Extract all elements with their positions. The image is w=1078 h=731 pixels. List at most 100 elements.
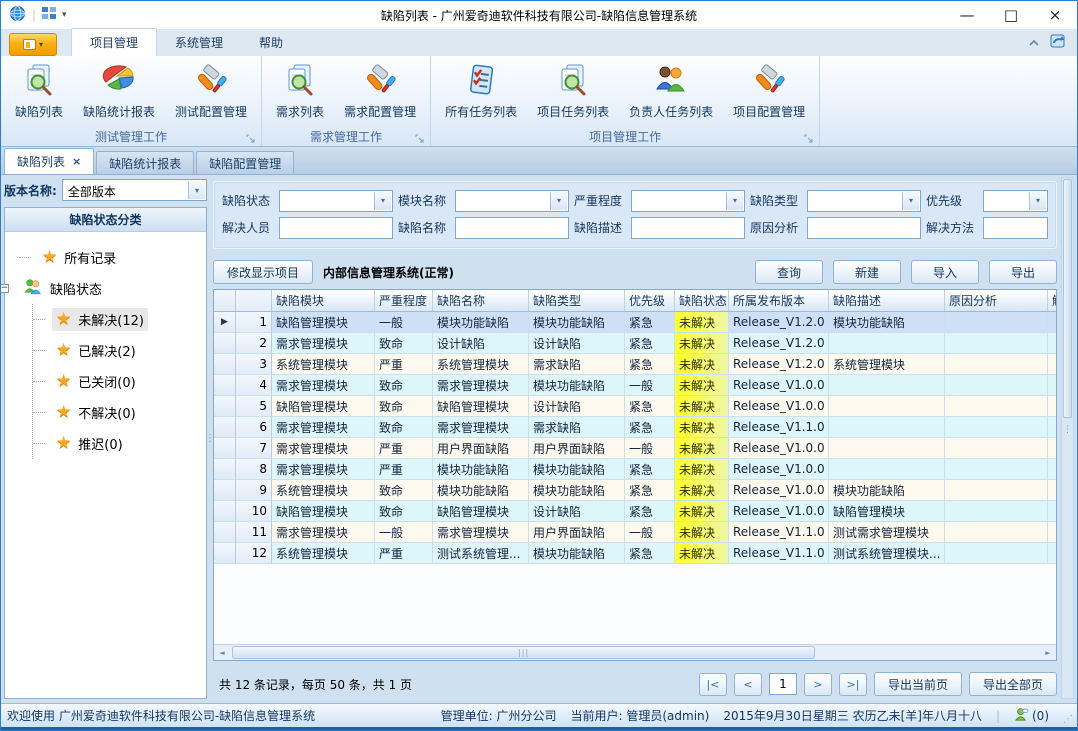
first-page-button[interactable]: |< [699, 673, 727, 696]
chevron-down-icon[interactable]: ▾ [188, 181, 205, 199]
maximize-button[interactable]: □ [989, 1, 1033, 29]
chevron-down-icon[interactable]: ▾ [726, 192, 743, 210]
table-row[interactable]: 3系统管理模块严重系统管理模块需求缺陷紧急未解决Release_V1.2.0系统… [214, 354, 1056, 375]
ribbon-button[interactable]: 测试配置管理 [165, 58, 257, 125]
filter-select[interactable]: ▾ [807, 190, 921, 212]
table-row[interactable]: 12系统管理模块严重测试系统管理...模块功能缺陷紧急未解决Release_V1… [214, 543, 1056, 564]
grid-column-header[interactable]: 缺陷模块 [272, 290, 375, 311]
table-row[interactable]: 2需求管理模块致命设计缺陷设计缺陷紧急未解决Release_V1.2.0 [214, 333, 1056, 354]
vscroll-thumb[interactable] [1063, 179, 1072, 418]
doc-tab[interactable]: 缺陷统计报表 [96, 151, 194, 174]
scroll-right-icon[interactable]: ► [1040, 649, 1056, 657]
table-row[interactable]: 8需求管理模块严重模块功能缺陷模块功能缺陷紧急未解决Release_V1.0.0 [214, 459, 1056, 480]
dialog-launcher-icon[interactable] [246, 134, 255, 143]
horizontal-scrollbar[interactable]: ◄ ||| ► [214, 644, 1056, 660]
tree-item-content[interactable]: 缺陷状态 [19, 276, 106, 302]
table-row[interactable]: 5缺陷管理模块致命缺陷管理模块设计缺陷紧急未解决Release_V1.0.0 [214, 396, 1056, 417]
style-skin-icon[interactable] [1050, 33, 1067, 52]
table-row[interactable]: ▶1缺陷管理模块一般模块功能缺陷模块功能缺陷紧急未解决Release_V1.2.… [214, 312, 1056, 333]
ribbon-button[interactable]: 缺陷列表 [5, 58, 73, 125]
grid-column-header[interactable]: 解决方法 [1048, 290, 1057, 311]
collapse-ribbon-icon[interactable] [1028, 36, 1040, 50]
doc-tab[interactable]: 缺陷列表× [4, 148, 94, 174]
page-number-input[interactable] [769, 673, 797, 695]
grid-column-header[interactable]: 严重程度 [375, 290, 433, 311]
tree-item[interactable]: −缺陷状态 [19, 273, 204, 304]
app-menu-button[interactable]: ▾ [9, 33, 57, 56]
grid-column-header[interactable]: 所属发布版本 [729, 290, 829, 311]
grid-column-header[interactable]: 缺陷描述 [829, 290, 945, 311]
import-button[interactable]: 导入 [911, 260, 979, 284]
tree-item-content[interactable]: ★已解决(2) [52, 339, 140, 362]
tree-item[interactable]: ★未解决(12) [33, 304, 204, 335]
modify-columns-button[interactable]: 修改显示项目 [213, 260, 313, 284]
ribbon-tab-help[interactable]: 帮助 [241, 29, 301, 56]
filter-input[interactable] [983, 217, 1048, 239]
new-button[interactable]: 新建 [833, 260, 901, 284]
chevron-down-icon[interactable]: ▾ [550, 192, 567, 210]
filter-input[interactable] [455, 217, 569, 239]
quick-access-caret-icon[interactable]: ▾ [62, 10, 67, 20]
next-page-button[interactable]: > [804, 673, 832, 696]
grid-column-header[interactable]: 缺陷状态 [675, 290, 729, 311]
ribbon-button[interactable]: 负责人任务列表 [619, 58, 723, 125]
chevron-down-icon[interactable]: ▾ [374, 192, 391, 210]
grid-column-header[interactable]: 原因分析 [945, 290, 1048, 311]
filter-select[interactable]: ▾ [279, 190, 393, 212]
tree-item-content[interactable]: ★不解决(0) [52, 401, 140, 424]
tree-item[interactable]: ★不解决(0) [33, 397, 204, 428]
dialog-launcher-icon[interactable] [804, 134, 813, 143]
grid-column-header[interactable]: 优先级 [625, 290, 675, 311]
hscroll-thumb[interactable]: ||| [232, 646, 815, 659]
ribbon-button[interactable]: 项目配置管理 [723, 58, 815, 125]
query-button[interactable]: 查询 [755, 260, 823, 284]
chevron-down-icon[interactable]: ▾ [902, 192, 919, 210]
export-all-pages-button[interactable]: 导出全部页 [969, 672, 1057, 696]
export-current-page-button[interactable]: 导出当前页 [874, 672, 962, 696]
scroll-left-icon[interactable]: ◄ [214, 649, 230, 657]
grid-column-header[interactable]: 缺陷名称 [433, 290, 529, 311]
table-row[interactable]: 7需求管理模块严重用户界面缺陷用户界面缺陷一般未解决Release_V1.0.0 [214, 438, 1056, 459]
tree-item[interactable]: ★推迟(0) [33, 428, 204, 459]
table-row[interactable]: 6需求管理模块致命需求管理模块需求缺陷紧急未解决Release_V1.1.0 [214, 417, 1056, 438]
table-row[interactable]: 9系统管理模块致命模块功能缺陷模块功能缺陷紧急未解决Release_V1.0.0… [214, 480, 1056, 501]
table-row[interactable]: 4需求管理模块致命需求管理模块模块功能缺陷一般未解决Release_V1.0.0 [214, 375, 1056, 396]
close-tab-icon[interactable]: × [72, 155, 81, 168]
close-button[interactable]: × [1033, 1, 1077, 29]
grid-column-header[interactable]: 缺陷类型 [529, 290, 625, 311]
tree-item-content[interactable]: ★已关闭(0) [52, 370, 140, 393]
filter-input[interactable] [807, 217, 921, 239]
tree-item-content[interactable]: ★所有记录 [38, 246, 120, 269]
ribbon-button[interactable]: 项目任务列表 [527, 58, 619, 125]
ribbon-tab-project[interactable]: 项目管理 [71, 28, 157, 56]
ribbon-button[interactable]: 需求配置管理 [334, 58, 426, 125]
minimize-button[interactable]: — [945, 1, 989, 29]
version-select[interactable]: 全部版本 ▾ [62, 179, 207, 201]
hscroll-track[interactable]: ||| [230, 645, 1040, 660]
table-row[interactable]: 10缺陷管理模块致命缺陷管理模块设计缺陷紧急未解决Release_V1.0.0缺… [214, 501, 1056, 522]
message-indicator[interactable]: (0) [1014, 707, 1049, 725]
tree-item-content[interactable]: ★未解决(12) [52, 308, 148, 331]
last-page-button[interactable]: >| [839, 673, 867, 696]
tree-item-content[interactable]: ★推迟(0) [52, 432, 127, 455]
resize-grip[interactable]: ⋰ [1063, 713, 1073, 727]
prev-page-button[interactable]: < [734, 673, 762, 696]
quick-access-layout-icon[interactable] [42, 7, 56, 23]
ribbon-button[interactable]: 缺陷统计报表 [73, 58, 165, 125]
filter-select[interactable]: ▾ [455, 190, 569, 212]
filter-select[interactable]: ▾ [631, 190, 745, 212]
filter-input[interactable] [631, 217, 745, 239]
chevron-down-icon[interactable]: ▾ [1029, 192, 1046, 210]
tree-item[interactable]: ★已解决(2) [33, 335, 204, 366]
dialog-launcher-icon[interactable] [415, 134, 424, 143]
table-row[interactable]: 11需求管理模块一般需求管理模块用户界面缺陷一般未解决Release_V1.1.… [214, 522, 1056, 543]
expander-minus-icon[interactable]: − [0, 284, 9, 293]
export-button[interactable]: 导出 [989, 260, 1057, 284]
ribbon-button[interactable]: 需求列表 [266, 58, 334, 125]
filter-select[interactable]: ▾ [983, 190, 1048, 212]
filter-input[interactable] [279, 217, 393, 239]
vertical-scrollbar[interactable]: ⋮ [1061, 177, 1074, 699]
tree-item[interactable]: ★已关闭(0) [33, 366, 204, 397]
ribbon-button[interactable]: 所有任务列表 [435, 58, 527, 125]
tree-item[interactable]: ★所有记录 [19, 242, 204, 273]
